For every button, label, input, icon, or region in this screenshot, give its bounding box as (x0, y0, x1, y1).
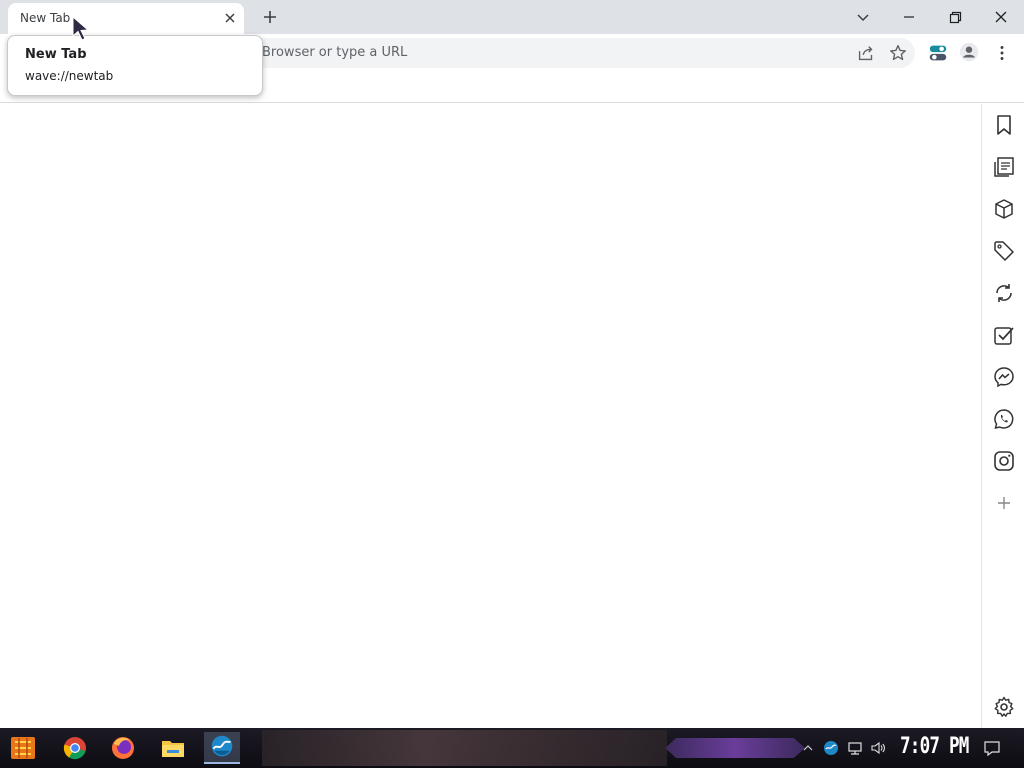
whatsapp-icon[interactable] (992, 407, 1016, 431)
extensions-toggle-icon[interactable] (927, 42, 949, 64)
file-explorer-icon[interactable] (156, 732, 190, 764)
address-bar-placeholder: Browser or type a URL (262, 45, 408, 60)
reading-list-icon[interactable] (992, 155, 1016, 179)
bookmark-icon[interactable] (992, 113, 1016, 137)
tag-icon[interactable] (992, 239, 1016, 263)
window-close-icon[interactable] (989, 5, 1013, 29)
tab-new-tab[interactable]: New Tab (8, 3, 244, 34)
gear-icon[interactable] (992, 695, 1016, 719)
share-icon[interactable] (855, 42, 877, 64)
box-icon[interactable] (992, 197, 1016, 221)
chrome-icon[interactable] (58, 732, 92, 764)
tab-title: New Tab (20, 11, 71, 25)
network-icon[interactable] (847, 740, 863, 756)
add-icon[interactable] (992, 491, 1016, 515)
page-content (0, 104, 981, 728)
instagram-icon[interactable] (992, 449, 1016, 473)
tab-hover-card: New Tab wave://newtab (7, 35, 263, 96)
hover-card-title: New Tab (25, 47, 87, 62)
minimize-icon[interactable] (897, 5, 921, 29)
profile-icon[interactable] (958, 41, 980, 63)
new-tab-button[interactable] (260, 7, 280, 27)
notification-icon[interactable] (983, 739, 1001, 757)
tray-wave-icon[interactable] (823, 740, 839, 756)
more-menu-icon[interactable] (991, 42, 1013, 64)
sidebar (981, 104, 1024, 728)
firefox-icon[interactable] (106, 732, 140, 764)
taskbar-clock[interactable]: 7:07 PM (900, 734, 969, 759)
address-bar[interactable]: Browser or type a URL (150, 38, 915, 68)
messenger-icon[interactable] (992, 365, 1016, 389)
tab-strip: New Tab (0, 0, 1024, 34)
task-check-icon[interactable] (992, 323, 1016, 347)
mouse-cursor-icon (72, 16, 90, 41)
tray-chevron-up-icon[interactable] (800, 740, 816, 756)
chevron-down-icon[interactable] (851, 5, 875, 29)
star-icon[interactable] (887, 42, 909, 64)
wave-browser-icon[interactable] (204, 732, 240, 764)
sync-icon[interactable] (992, 281, 1016, 305)
start-icon[interactable] (6, 732, 40, 764)
restore-icon[interactable] (943, 5, 967, 29)
hover-card-url: wave://newtab (25, 69, 114, 83)
taskbar-decoration (665, 738, 805, 758)
taskbar: 7:07 PM (0, 728, 1024, 768)
taskbar-wallpaper-strip (262, 730, 667, 766)
close-icon[interactable] (222, 10, 238, 26)
volume-icon[interactable] (870, 740, 886, 756)
